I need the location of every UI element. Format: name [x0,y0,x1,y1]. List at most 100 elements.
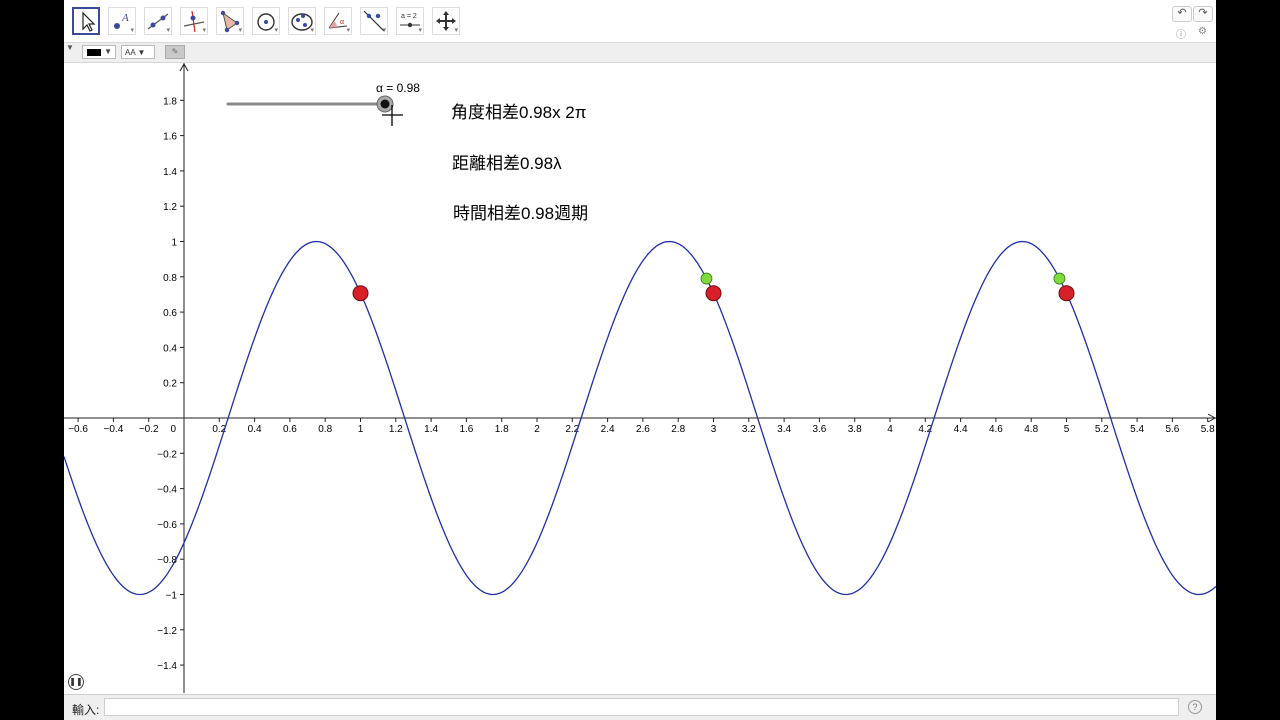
gear-icon[interactable]: ⚙ [1198,26,1207,37]
move-tool-button[interactable] [72,7,100,35]
x-tick-label: 5.4 [1130,424,1144,435]
y-tick-label: −1 [166,591,178,602]
polygon-tool-button[interactable]: ▾ [216,7,244,35]
x-tick-label: 5 [1064,424,1070,435]
x-tick-label: 0.6 [283,424,297,435]
green-point[interactable] [1053,272,1066,285]
alpha-slider[interactable]: α = 0.98 [226,81,420,126]
move-graphics-view-tool-button[interactable]: ▾ [432,7,460,35]
reflect-tool-button[interactable]: ▾ [360,7,388,35]
y-tick-label: −1.2 [157,626,177,637]
distance-difference-text[interactable]: 距離相差0.98λ [452,154,562,173]
x-tick-label: 5.6 [1165,424,1179,435]
x-tick-label: 0 [170,424,176,435]
x-tick-label: 4.6 [989,424,1003,435]
y-tick-label: −0.4 [157,485,177,496]
y-tick-label: 1.8 [163,96,177,107]
circle-tool-button[interactable]: ▾ [252,7,280,35]
y-tick-label: 1 [171,238,177,249]
arrow-cursor-icon [82,11,96,32]
toolbar: A ▾ ▾ ▾ ▾ ▾ ▾ α ▾ ▾ a = 2 ▾ ▾ ↶ ↷ ⓘ ⚙ [64,0,1216,43]
perpendicular-line-tool-button[interactable]: ▾ [180,7,208,35]
x-tick-label: 1.6 [459,424,473,435]
y-axis-ticks: 1.8 1.6 1.4 1.2 1 0.8 0.6 0.4 0.2 −0.2 −0.4 −0.6 −0.… [157,96,184,672]
redo-button[interactable]: ↷ [1193,6,1213,22]
green-point[interactable] [700,272,713,285]
svg-text:A: A [121,12,129,24]
x-tick-label: 1.4 [424,424,438,435]
axes [64,63,1216,693]
x-tick-label: 3.4 [777,424,791,435]
red-point[interactable] [1058,285,1075,302]
conic-tool-button[interactable]: ▾ [288,7,316,35]
stylebar-toggle-icon[interactable]: ▼ [66,43,74,52]
x-axis-ticks: −0.6 −0.4 −0.2 0 0.2 0.4 0.6 0.8 1 1.2 1.4 1.6 1.8 2 2… [68,418,1215,435]
input-field[interactable] [104,698,1179,716]
x-tick-label: 2.4 [601,424,615,435]
slider-tool-label: a = 2 [401,13,417,20]
y-tick-label: 0.4 [163,343,177,354]
help-icon[interactable]: ⓘ [1176,26,1186,41]
x-tick-label: 5.8 [1201,424,1215,435]
y-tick-label: 0.6 [163,308,177,319]
x-tick-label: 1.2 [389,424,403,435]
x-tick-label: 3 [711,424,717,435]
geogebra-window: A ▾ ▾ ▾ ▾ ▾ ▾ α ▾ ▾ a = 2 ▾ ▾ ↶ ↷ ⓘ ⚙ ▼ … [64,0,1216,720]
style-bar: ▼ ▼ AA ▼ ✎ [64,43,1216,63]
slider-handle[interactable] [380,99,390,109]
pause-icon: ❚❚ [69,677,83,686]
y-tick-label: 0.2 [163,379,177,390]
y-tick-label: 0.8 [163,273,177,284]
red-point[interactable] [352,285,369,302]
pin-icon: ✎ [171,47,179,56]
x-tick-label: 3.6 [812,424,826,435]
x-tick-label: −0.4 [104,424,124,435]
x-tick-label: 5.2 [1095,424,1109,435]
red-point[interactable] [705,285,722,302]
text-style-label: AA [125,48,136,57]
input-bar: 輸入: ? [64,694,1216,720]
line-tool-button[interactable]: ▾ [144,7,172,35]
points-layer[interactable] [352,272,1075,302]
x-tick-label: −0.6 [68,424,88,435]
slider-tool-button[interactable]: a = 2 ▾ [396,7,424,35]
x-tick-label: 2.8 [671,424,685,435]
color-picker-button[interactable]: ▼ [82,45,116,59]
pause-animation-button[interactable]: ❚❚ [68,674,84,690]
color-swatch [87,49,101,56]
y-tick-label: −0.6 [157,520,177,531]
chevron-down-icon: ▼ [104,47,112,56]
x-tick-label: 4.8 [1024,424,1038,435]
x-tick-label: 2 [534,424,540,435]
x-tick-label: 4 [887,424,893,435]
angle-tool-button[interactable]: α ▾ [324,7,352,35]
undo-button[interactable]: ↶ [1172,6,1192,22]
y-tick-label: −0.8 [157,555,177,566]
slider-label: α = 0.98 [376,81,420,95]
x-tick-label: 4.4 [954,424,968,435]
undo-icon: ↶ [1177,7,1187,19]
y-tick-label: 1.4 [163,167,177,178]
x-tick-label: 0.4 [248,424,262,435]
text-style-button[interactable]: AA ▼ [121,45,155,59]
x-tick-label: 1 [358,424,364,435]
x-tick-label: 3.2 [742,424,756,435]
point-tool-button[interactable]: A ▾ [108,7,136,35]
y-tick-label: −0.2 [157,449,177,460]
time-difference-text[interactable]: 時間相差0.98週期 [453,204,588,223]
help-icon[interactable]: ? [1188,700,1202,714]
y-tick-label: 1.2 [163,202,177,213]
input-label: 輸入: [72,703,100,717]
x-tick-label: 3.8 [848,424,862,435]
x-tick-label: 1.8 [495,424,509,435]
pin-button[interactable]: ✎ [165,45,185,59]
graphics-view[interactable]: −0.6 −0.4 −0.2 0 0.2 0.4 0.6 0.8 1 1.2 1.4 1.6 1.8 2 2… [64,63,1216,693]
x-tick-label: −0.2 [139,424,159,435]
redo-icon: ↷ [1198,7,1208,19]
svg-text:α: α [340,19,344,26]
x-tick-label: 2.6 [636,424,650,435]
angle-difference-text[interactable]: 角度相差0.98x 2π [451,103,587,122]
y-tick-label: 1.6 [163,132,177,143]
graphics-canvas[interactable]: −0.6 −0.4 −0.2 0 0.2 0.4 0.6 0.8 1 1.2 1.4 1.6 1.8 2 2… [64,63,1216,693]
x-tick-label: 0.8 [318,424,332,435]
